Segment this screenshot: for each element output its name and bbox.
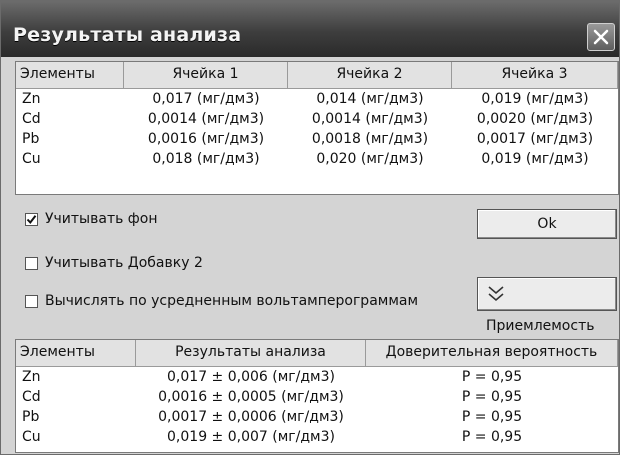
result-value: 0,019 ± 0,007 (мг/дм3) <box>167 429 335 445</box>
cell-value: 0,0017 (мг/дм3) <box>476 131 594 147</box>
options-panel: Учитывать фон Учитывать Добавку 2 Вычисл… <box>15 201 619 335</box>
checkbox-box[interactable] <box>25 256 38 270</box>
cell-value: 0,019 (мг/дм3) <box>481 151 589 167</box>
element-name: Cd <box>22 111 41 127</box>
table-row[interactable]: Zn 0,017 (мг/дм3) 0,014 (мг/дм3) 0,019 (… <box>16 89 618 109</box>
cell-value: 0,019 (мг/дм3) <box>481 91 589 107</box>
column-header-cell-3[interactable]: Ячейка 3 <box>452 62 618 88</box>
checkbox-box[interactable] <box>25 294 38 308</box>
column-header-elements[interactable]: Элементы <box>16 62 124 88</box>
addition-checkbox-label: Учитывать Добавку 2 <box>45 255 203 271</box>
column-header-cell-2[interactable]: Ячейка 2 <box>288 62 452 88</box>
result-value: 0,017 ± 0,006 (мг/дм3) <box>167 369 335 385</box>
element-name: Cu <box>22 429 41 445</box>
table-row[interactable]: Cd 0,0014 (мг/дм3) 0,0014 (мг/дм3) 0,002… <box>16 109 618 129</box>
column-header-results[interactable]: Результаты анализа <box>136 340 366 366</box>
table-row[interactable]: Pb 0,0017 ± 0,0006 (мг/дм3) P = 0,95 <box>16 407 618 427</box>
close-button[interactable] <box>587 23 615 51</box>
results-dialog: Результаты анализа Элементы Ячейка 1 Яче… <box>0 0 620 455</box>
element-name: Cu <box>22 151 41 167</box>
check-icon <box>26 214 37 224</box>
cells-table[interactable]: Элементы Ячейка 1 Ячейка 2 Ячейка 3 Zn 0… <box>15 61 619 195</box>
confidence-value: P = 0,95 <box>461 429 523 445</box>
result-value: 0,0017 ± 0,0006 (мг/дм3) <box>158 409 344 425</box>
averaged-checkbox-label: Вычислять по усредненным вольтамперограм… <box>45 293 419 309</box>
confidence-value: P = 0,95 <box>461 369 523 385</box>
table-row[interactable]: Cd 0,0016 ± 0,0005 (мг/дм3) P = 0,95 <box>16 387 618 407</box>
cell-value: 0,018 (мг/дм3) <box>152 151 260 167</box>
table-row[interactable]: Cu 0,019 ± 0,007 (мг/дм3) P = 0,95 <box>16 427 618 447</box>
column-header-confidence[interactable]: Доверительная вероятность <box>366 340 618 366</box>
column-header-elements[interactable]: Элементы <box>16 340 136 366</box>
element-name: Cd <box>22 389 41 405</box>
results-table-header: Элементы Результаты анализа Доверительна… <box>16 340 618 367</box>
result-value: 0,0016 ± 0,0005 (мг/дм3) <box>158 389 344 405</box>
element-name: Pb <box>22 131 40 147</box>
ok-button[interactable]: Ok <box>477 209 617 239</box>
double-chevron-down-icon <box>488 286 504 302</box>
cell-value: 0,020 (мг/дм3) <box>316 151 424 167</box>
column-header-cell-1[interactable]: Ячейка 1 <box>124 62 288 88</box>
window-title: Результаты анализа <box>13 24 242 46</box>
table-row[interactable]: Pb 0,0016 (мг/дм3) 0,0018 (мг/дм3) 0,001… <box>16 129 618 149</box>
cell-value: 0,017 (мг/дм3) <box>152 91 260 107</box>
cells-table-header: Элементы Ячейка 1 Ячейка 2 Ячейка 3 <box>16 62 618 89</box>
cell-value: 0,0018 (мг/дм3) <box>311 131 429 147</box>
cell-value: 0,0016 (мг/дм3) <box>147 131 265 147</box>
acceptability-button[interactable]: Приемлемость <box>477 277 617 334</box>
confidence-value: P = 0,95 <box>461 389 523 405</box>
averaged-checkbox[interactable]: Вычислять по усредненным вольтамперограм… <box>25 293 418 309</box>
element-name: Pb <box>22 409 40 425</box>
addition-checkbox[interactable]: Учитывать Добавку 2 <box>25 255 203 271</box>
confidence-value: P = 0,95 <box>461 409 523 425</box>
close-icon <box>593 29 609 45</box>
cell-value: 0,014 (мг/дм3) <box>316 91 424 107</box>
background-checkbox-label: Учитывать фон <box>45 211 158 227</box>
cell-value: 0,0014 (мг/дм3) <box>147 111 265 127</box>
table-row[interactable]: Cu 0,018 (мг/дм3) 0,020 (мг/дм3) 0,019 (… <box>16 149 618 169</box>
element-name: Zn <box>22 91 41 107</box>
title-bar[interactable]: Результаты анализа <box>1 1 619 57</box>
element-name: Zn <box>22 369 41 385</box>
checkbox-box[interactable] <box>25 212 38 226</box>
background-checkbox[interactable]: Учитывать фон <box>25 211 158 227</box>
cell-value: 0,0014 (мг/дм3) <box>311 111 429 127</box>
table-row[interactable]: Zn 0,017 ± 0,006 (мг/дм3) P = 0,95 <box>16 367 618 387</box>
cell-value: 0,0020 (мг/дм3) <box>476 111 594 127</box>
acceptability-button-label: Приемлемость <box>486 318 595 334</box>
results-table[interactable]: Элементы Результаты анализа Доверительна… <box>15 339 619 453</box>
